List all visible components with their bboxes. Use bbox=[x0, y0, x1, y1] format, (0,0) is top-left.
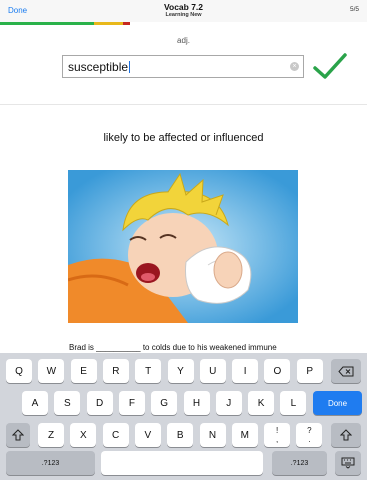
on-screen-keyboard: Done .?123 .?123 QWERTYUIOP ASDFGHJKL ZXCV… bbox=[0, 353, 367, 480]
key-o[interactable]: O bbox=[264, 359, 291, 383]
app-screen: Done Vocab 7.2 Learning New 5/5 adj. sus… bbox=[0, 0, 367, 480]
key-i[interactable]: I bbox=[232, 359, 259, 383]
divider bbox=[0, 104, 367, 105]
key-u[interactable]: U bbox=[199, 359, 226, 383]
key-z[interactable]: Z bbox=[38, 423, 64, 447]
part-of-speech: adj. bbox=[177, 36, 190, 45]
keyboard-hide-key[interactable] bbox=[335, 451, 361, 475]
key-a[interactable]: A bbox=[22, 391, 48, 415]
key-d[interactable]: D bbox=[86, 391, 113, 415]
numbers-key-right[interactable]: .?123 bbox=[272, 451, 327, 475]
key-s[interactable]: S bbox=[54, 391, 81, 415]
key-c[interactable]: C bbox=[102, 423, 129, 447]
space-key[interactable] bbox=[101, 451, 263, 475]
nav-bar: Done Vocab 7.2 Learning New 5/5 bbox=[0, 0, 367, 22]
key-w[interactable]: W bbox=[38, 359, 65, 383]
definition-text: likely to be affected or influenced bbox=[103, 132, 264, 144]
checkmark-icon bbox=[313, 53, 347, 79]
shift-key-right[interactable] bbox=[331, 423, 361, 447]
key-g[interactable]: G bbox=[151, 391, 178, 415]
key-m[interactable]: M bbox=[231, 423, 258, 447]
progress-counter: 5/5 bbox=[349, 6, 359, 13]
key-l[interactable]: L bbox=[280, 391, 307, 415]
key-k[interactable]: K bbox=[248, 391, 275, 415]
backspace-key[interactable] bbox=[331, 359, 361, 383]
progress-bar bbox=[0, 22, 367, 25]
key-f[interactable]: F bbox=[118, 391, 145, 415]
key-e[interactable]: E bbox=[70, 359, 97, 383]
key-exclamation[interactable]: !, bbox=[264, 423, 291, 447]
key-r[interactable]: R bbox=[102, 359, 129, 383]
key-n[interactable]: N bbox=[199, 423, 226, 447]
progress-segment-green bbox=[0, 22, 94, 25]
shift-icon bbox=[340, 429, 352, 441]
key-h[interactable]: H bbox=[183, 391, 210, 415]
key-x[interactable]: X bbox=[70, 423, 97, 447]
key-p[interactable]: P bbox=[296, 359, 323, 383]
progress-segment-red bbox=[123, 22, 130, 25]
key-t[interactable]: T bbox=[135, 359, 162, 383]
numbers-key-left[interactable]: .?123 bbox=[6, 451, 95, 475]
answer-value: susceptible bbox=[68, 60, 129, 74]
key-y[interactable]: Y bbox=[167, 359, 194, 383]
text-caret bbox=[129, 61, 131, 73]
title-block: Vocab 7.2 Learning New bbox=[0, 3, 367, 19]
key-v[interactable]: V bbox=[134, 423, 161, 447]
key-q[interactable]: Q bbox=[6, 359, 32, 383]
sick-boy-illustration bbox=[68, 170, 298, 323]
backspace-icon bbox=[338, 366, 354, 376]
page-title: Vocab 7.2 bbox=[163, 2, 204, 12]
answer-input[interactable]: susceptible × bbox=[62, 55, 304, 78]
key-b[interactable]: B bbox=[167, 423, 194, 447]
shift-key-left[interactable] bbox=[6, 423, 30, 447]
done-key[interactable]: Done bbox=[313, 391, 362, 415]
clear-icon[interactable]: × bbox=[290, 62, 299, 71]
progress-segment-yellow bbox=[94, 22, 123, 25]
page-subtitle: Learning New bbox=[165, 12, 202, 18]
key-question[interactable]: ?. bbox=[296, 423, 323, 447]
key-j[interactable]: J bbox=[215, 391, 242, 415]
shift-icon bbox=[12, 429, 24, 441]
example-sentence: Brad is __________ to colds due to his w… bbox=[69, 343, 277, 352]
keyboard-hide-icon bbox=[341, 457, 355, 469]
